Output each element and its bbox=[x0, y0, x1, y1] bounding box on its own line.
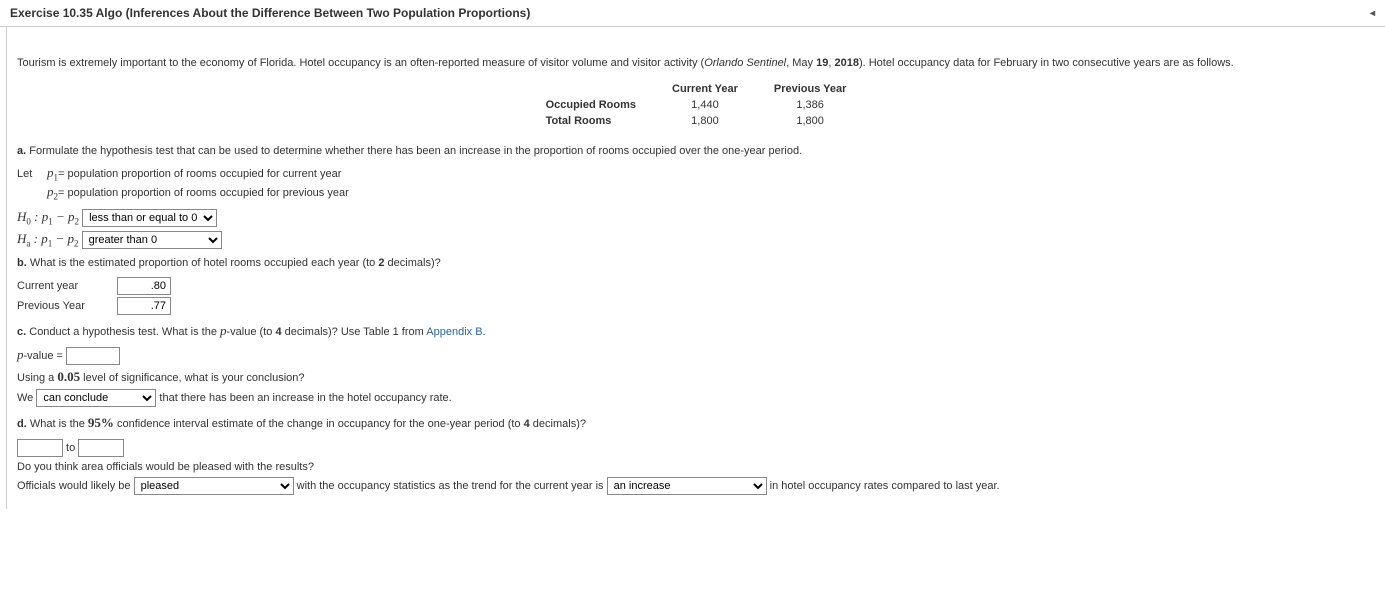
pvalue-line: p-value = bbox=[17, 347, 1375, 365]
we-label: We bbox=[17, 392, 36, 404]
table-header-row: Current Year Previous Year bbox=[528, 81, 865, 97]
ci-lower-input[interactable] bbox=[17, 439, 63, 457]
citation-sep: , May bbox=[786, 57, 816, 69]
p1-def: = population proportion of rooms occupie… bbox=[58, 168, 341, 180]
part-c-period: . bbox=[483, 326, 486, 338]
sig-before: Using a bbox=[17, 372, 57, 384]
previous-year-input[interactable] bbox=[117, 297, 171, 315]
table-row: Total Rooms 1,800 1,800 bbox=[528, 113, 865, 129]
part-b: b. What is the estimated proportion of h… bbox=[17, 257, 1375, 269]
part-c-text-1: Conduct a hypothesis test. What is the bbox=[26, 326, 220, 338]
trend-select[interactable]: an increase bbox=[607, 477, 767, 495]
occupancy-table: Current Year Previous Year Occupied Room… bbox=[528, 81, 865, 129]
ha-symbol: Ha : p1 − p2 bbox=[17, 231, 79, 246]
p1-symbol: p1 bbox=[47, 165, 58, 183]
col-current: Current Year bbox=[654, 81, 756, 97]
conclude-select[interactable]: can conclude bbox=[36, 389, 156, 407]
ha-select[interactable]: greater than 0 bbox=[82, 231, 222, 249]
ci-inputs: to bbox=[17, 439, 1375, 457]
intro-text-2: ). Hotel occupancy data for February in … bbox=[859, 57, 1234, 69]
previous-year-label: Previous Year bbox=[17, 300, 107, 312]
part-d-text-3: decimals)? bbox=[530, 418, 586, 430]
exercise-body: Tourism is extremely important to the ec… bbox=[6, 27, 1385, 509]
p2-def: = population proportion of rooms occupie… bbox=[58, 187, 349, 199]
ci-upper-input[interactable] bbox=[78, 439, 124, 457]
part-a-text: Formulate the hypothesis test that can b… bbox=[26, 145, 802, 157]
part-c-text-3: decimals)? Use Table 1 from bbox=[282, 326, 427, 338]
intro-text-1: Tourism is extremely important to the ec… bbox=[17, 57, 704, 69]
total-previous: 1,800 bbox=[756, 113, 865, 129]
part-a: a. Formulate the hypothesis test that ca… bbox=[17, 145, 1375, 157]
ci-to: to bbox=[63, 442, 78, 454]
part-d-text-1: What is the bbox=[27, 418, 88, 430]
conclusion-line: We can conclude that there has been an i… bbox=[17, 389, 1375, 407]
current-year-label: Current year bbox=[17, 280, 107, 292]
part-d-prefix: d. bbox=[17, 418, 27, 430]
h0-symbol: H0 : p1 − p2 bbox=[17, 209, 79, 224]
let-definitions: Let p1 = population proportion of rooms … bbox=[17, 165, 1375, 201]
ha-line: Ha : p1 − p2 greater than 0 bbox=[17, 231, 1375, 249]
part-c-prefix: c. bbox=[17, 326, 26, 338]
intro-paragraph: Tourism is extremely important to the ec… bbox=[17, 57, 1375, 69]
part-c: c. Conduct a hypothesis test. What is th… bbox=[17, 323, 1375, 339]
row-total-label: Total Rooms bbox=[528, 113, 654, 129]
citation-source: Orlando Sentinel bbox=[704, 57, 786, 69]
occ-current: 1,440 bbox=[654, 97, 756, 113]
part-c-text-2: -value (to bbox=[227, 326, 276, 338]
part-a-prefix: a. bbox=[17, 145, 26, 157]
part-d: d. What is the 95% confidence interval e… bbox=[17, 415, 1375, 431]
officials-before: Officials would likely be bbox=[17, 480, 134, 492]
sig-after: level of significance, what is your conc… bbox=[80, 372, 304, 384]
part-d-text-2: confidence interval estimate of the chan… bbox=[114, 418, 524, 430]
part-b-text-1: What is the estimated proportion of hote… bbox=[27, 257, 379, 269]
citation-year: 2018 bbox=[834, 57, 858, 69]
pvalue-eq: -value = bbox=[24, 350, 67, 362]
table-row: Occupied Rooms 1,440 1,386 bbox=[528, 97, 865, 113]
appendix-link[interactable]: Appendix B bbox=[426, 326, 482, 338]
occ-previous: 1,386 bbox=[756, 97, 865, 113]
let-label: Let bbox=[17, 168, 47, 180]
previous-year-row: Previous Year bbox=[17, 297, 1375, 315]
col-previous: Previous Year bbox=[756, 81, 865, 97]
ci-pct: 95% bbox=[88, 415, 114, 430]
sig-level: 0.05 bbox=[57, 369, 80, 384]
p2-symbol: p2 bbox=[47, 184, 58, 202]
officials-after: in hotel occupancy rates compared to las… bbox=[767, 480, 1000, 492]
h0-select[interactable]: less than or equal to 0 bbox=[82, 209, 217, 227]
pvalue-input[interactable] bbox=[66, 347, 120, 365]
citation-day: 19 bbox=[816, 57, 828, 69]
conclude-after: that there has been an increase in the h… bbox=[156, 392, 451, 404]
h0-line: H0 : p1 − p2 less than or equal to 0 bbox=[17, 209, 1375, 227]
total-current: 1,800 bbox=[654, 113, 756, 129]
exercise-title: Exercise 10.35 Algo (Inferences About th… bbox=[10, 6, 530, 20]
current-year-input[interactable] bbox=[117, 277, 171, 295]
current-year-row: Current year bbox=[17, 277, 1375, 295]
part-b-prefix: b. bbox=[17, 257, 27, 269]
collapse-arrow-icon[interactable]: ◂ bbox=[1370, 8, 1375, 19]
officials-mid: with the occupancy statistics as the tre… bbox=[294, 480, 607, 492]
exercise-header: Exercise 10.35 Algo (Inferences About th… bbox=[0, 0, 1385, 27]
pleased-question: Do you think area officials would be ple… bbox=[17, 461, 1375, 473]
part-b-text-2: decimals)? bbox=[384, 257, 440, 269]
significance-line: Using a 0.05 level of significance, what… bbox=[17, 369, 1375, 385]
officials-line: Officials would likely be pleased with t… bbox=[17, 477, 1375, 495]
pleased-select[interactable]: pleased bbox=[134, 477, 294, 495]
row-occupied-label: Occupied Rooms bbox=[528, 97, 654, 113]
